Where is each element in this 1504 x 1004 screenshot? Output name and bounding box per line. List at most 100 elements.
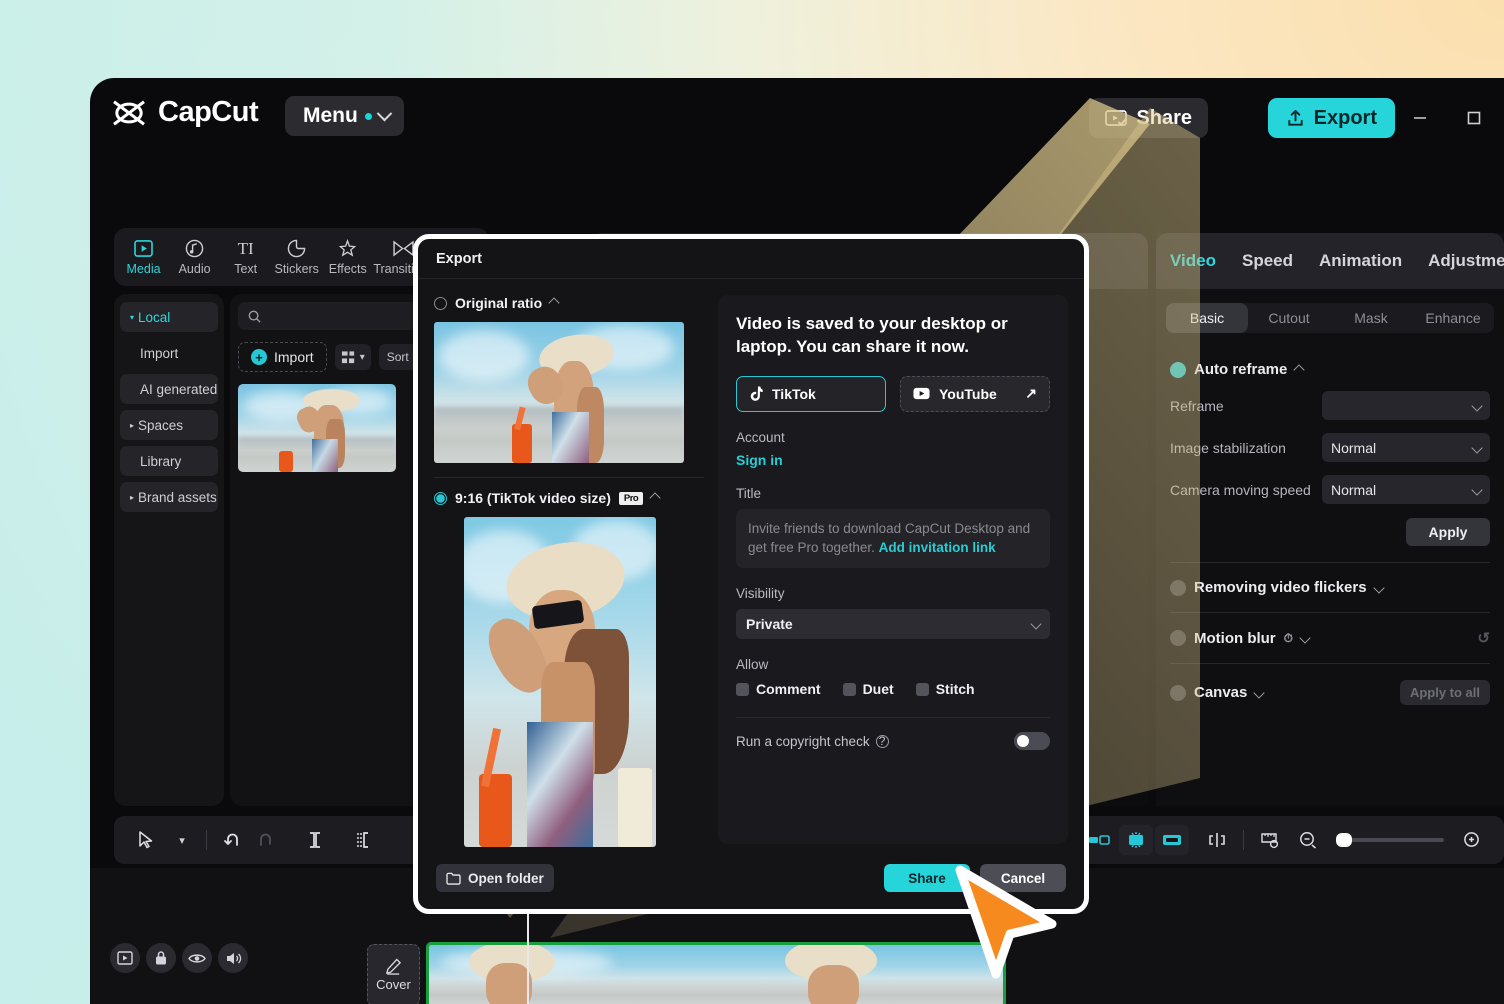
tab-audio[interactable]: Audio <box>169 239 220 276</box>
subtab-enhance[interactable]: Enhance <box>1412 303 1494 333</box>
import-button[interactable]: + Import <box>238 342 327 372</box>
select-arrow-icon[interactable] <box>128 824 164 856</box>
lock-icon[interactable] <box>146 943 176 973</box>
split-icon[interactable] <box>297 824 333 856</box>
apply-to-all-button[interactable]: Apply to all <box>1400 680 1490 705</box>
help-icon[interactable]: ? <box>876 735 889 748</box>
zoom-out-icon[interactable] <box>1290 824 1326 856</box>
copyright-check-toggle[interactable] <box>1014 732 1050 750</box>
image-stabilization-select[interactable]: Normal <box>1322 433 1490 462</box>
delete-segment-icon[interactable] <box>345 824 381 856</box>
crop-icon[interactable] <box>1155 825 1189 855</box>
undo-icon[interactable] <box>213 824 249 856</box>
removing-video-flickers-toggle[interactable] <box>1170 580 1186 596</box>
maximize-icon[interactable] <box>1458 102 1490 134</box>
removing-video-flickers-header[interactable]: Removing video flickers <box>1170 579 1490 596</box>
title-input[interactable]: Invite friends to download CapCut Deskto… <box>736 509 1050 568</box>
apply-button[interactable]: Apply <box>1406 518 1490 546</box>
sign-in-link[interactable]: Sign in <box>736 452 1050 468</box>
timeline-clip[interactable] <box>426 942 1006 1004</box>
sort-button[interactable]: Sort <box>379 344 417 370</box>
tab-stickers[interactable]: Stickers <box>271 239 322 276</box>
tab-effects[interactable]: Effects <box>322 239 373 276</box>
reset-icon[interactable]: ↺ <box>1477 629 1490 647</box>
motion-blur-toggle[interactable] <box>1170 630 1186 646</box>
dialog-cancel-button[interactable]: Cancel <box>980 864 1066 892</box>
sidebar-item-import[interactable]: Import <box>120 338 218 368</box>
ruler-icon[interactable] <box>1252 824 1288 856</box>
redo-icon[interactable] <box>249 824 285 856</box>
export-headline: Video is saved to your desktop or laptop… <box>736 313 1050 359</box>
reframe-select[interactable] <box>1322 391 1490 420</box>
tab-adjustment[interactable]: Adjustment <box>1428 251 1504 271</box>
preview-toggle-icon[interactable] <box>110 943 140 973</box>
allow-duet[interactable]: Duet <box>843 681 894 697</box>
split-marker-icon[interactable] <box>1199 824 1235 856</box>
visibility-select[interactable]: Private <box>736 609 1050 639</box>
folder-icon <box>446 872 461 885</box>
tab-effects-label: Effects <box>329 262 367 276</box>
platform-tiktok-label: TikTok <box>772 386 816 402</box>
zoom-slider[interactable] <box>1336 838 1444 842</box>
sidebar-item-brand-assets[interactable]: ▸ Brand assets <box>120 482 218 512</box>
eye-icon[interactable] <box>182 943 212 973</box>
tab-stickers-label: Stickers <box>274 262 318 276</box>
camera-moving-speed-label: Camera moving speed <box>1170 482 1322 498</box>
canvas-toggle[interactable] <box>1170 685 1186 701</box>
pro-badge: Pro <box>619 492 643 505</box>
cover-label: Cover <box>376 977 411 992</box>
subtab-mask[interactable]: Mask <box>1330 303 1412 333</box>
cover-button[interactable]: Cover <box>367 944 420 1004</box>
open-folder-button[interactable]: Open folder <box>436 864 554 892</box>
help-icon[interactable]: ⏱ <box>1284 631 1293 646</box>
ratio-option-original[interactable]: Original ratio <box>434 295 704 311</box>
sidebar-item-ai-generated[interactable]: AI generated <box>120 374 218 404</box>
platform-tiktok[interactable]: TikTok <box>736 376 886 412</box>
zoom-in-icon[interactable] <box>1454 824 1490 856</box>
allow-label: Allow <box>736 657 1050 672</box>
reframe-label: Reframe <box>1170 398 1322 414</box>
chevron-up-icon <box>548 297 559 308</box>
allow-stitch-label: Stitch <box>936 681 975 697</box>
motion-blur-header[interactable]: Motion blur ⏱ ↺ <box>1170 629 1490 647</box>
volume-icon[interactable] <box>218 943 248 973</box>
account-label: Account <box>736 430 1050 445</box>
auto-reframe-header[interactable]: Auto reframe <box>1170 361 1490 378</box>
canvas-header[interactable]: Canvas Apply to all <box>1170 680 1490 705</box>
sidebar-item-local[interactable]: ▾ Local <box>120 302 218 332</box>
platform-youtube[interactable]: YouTube ↗ <box>900 376 1050 412</box>
subtab-basic[interactable]: Basic <box>1166 303 1248 333</box>
share-button[interactable]: Share <box>1089 98 1208 138</box>
export-dialog-header: Export <box>418 239 1084 279</box>
tab-speed[interactable]: Speed <box>1242 251 1293 271</box>
media-thumbnail[interactable] <box>238 384 396 472</box>
minimize-icon[interactable] <box>1404 102 1436 134</box>
tab-text[interactable]: TI Text <box>220 239 271 276</box>
allow-comment[interactable]: Comment <box>736 681 821 697</box>
chevron-down-icon <box>1471 484 1482 495</box>
external-link-icon: ↗ <box>1025 385 1037 402</box>
ratio-option-tiktok[interactable]: 9:16 (TikTok video size) Pro <box>434 490 704 506</box>
add-invitation-link[interactable]: Add invitation link <box>879 540 996 555</box>
export-button[interactable]: Export <box>1268 98 1395 138</box>
allow-stitch[interactable]: Stitch <box>916 681 975 697</box>
chevron-down-icon[interactable]: ▾ <box>164 824 200 856</box>
tab-animation[interactable]: Animation <box>1319 251 1402 271</box>
sidebar-item-library[interactable]: Library <box>120 446 218 476</box>
auto-reframe-toggle[interactable] <box>1170 362 1186 378</box>
chevron-down-icon: ▾ <box>360 352 365 363</box>
dialog-share-button[interactable]: Share <box>884 864 970 892</box>
sidebar-item-brand-assets-label: Brand assets <box>138 490 217 505</box>
subtab-cutout[interactable]: Cutout <box>1248 303 1330 333</box>
caret-right-icon: ▸ <box>130 493 134 502</box>
sidebar-item-spaces[interactable]: ▸ Spaces <box>120 410 218 440</box>
camera-moving-speed-select[interactable]: Normal <box>1322 475 1490 504</box>
grid-view-button[interactable]: ▾ <box>335 344 371 370</box>
freeze-icon[interactable] <box>1119 825 1153 855</box>
menu-button[interactable]: Menu <box>285 96 404 136</box>
beach-photo-portrait <box>464 517 656 847</box>
tab-video[interactable]: Video <box>1170 251 1216 271</box>
tab-media[interactable]: Media <box>118 239 169 276</box>
clip-thumbnail <box>429 945 1003 1004</box>
radio-icon-selected <box>434 492 447 505</box>
